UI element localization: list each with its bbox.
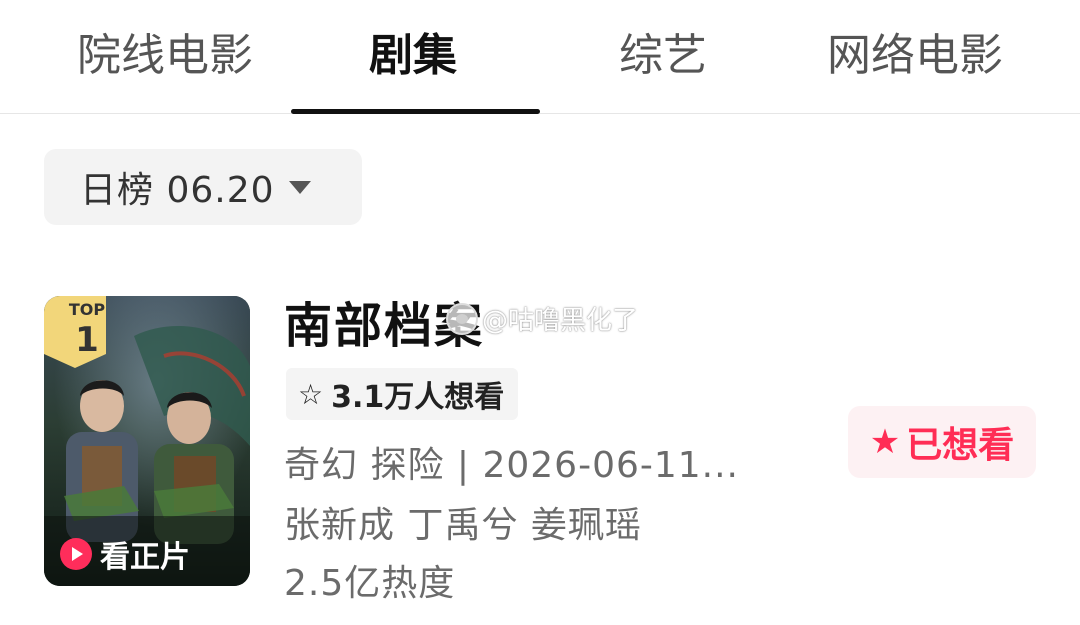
- rank-badge-top-label: TOP: [68, 300, 106, 319]
- watch-full-label: 看正片: [100, 540, 190, 575]
- active-tab-underline: [291, 109, 540, 114]
- weibo-logo-icon: [446, 302, 478, 335]
- tab-web-movies[interactable]: 网络电影: [805, 26, 1025, 86]
- date-selector-label: 日榜 06.20: [80, 170, 275, 211]
- want-count: 3.1万人想看: [331, 380, 505, 415]
- cast-list: 张新成 丁禹兮 姜珮瑶: [284, 505, 642, 546]
- genre-and-date: 奇幻 探险 | 2026-06-11...: [284, 445, 740, 486]
- wanted-button-label: 已想看: [906, 425, 1015, 466]
- watch-full-button[interactable]: 看正片: [60, 532, 190, 576]
- rank-number: 1: [75, 320, 99, 360]
- watermark-text: @咕噜黑化了: [482, 306, 639, 336]
- play-icon: [60, 538, 92, 570]
- tab-theatrical-movies[interactable]: 院线电影: [60, 26, 270, 86]
- caret-down-icon: [288, 180, 311, 194]
- heat-score: 2.5亿热度: [284, 563, 456, 604]
- want-count-badge: ☆ 3.1万人想看: [286, 368, 519, 420]
- weibo-watermark: @咕噜黑化了: [446, 300, 638, 337]
- star-filled-icon: ★: [869, 422, 901, 462]
- tab-series[interactable]: 剧集: [318, 26, 508, 86]
- star-outline-icon: ☆: [298, 377, 324, 411]
- wanted-button[interactable]: ★ 已想看: [848, 406, 1036, 478]
- date-selector-dropdown[interactable]: 日榜 06.20: [44, 149, 362, 225]
- tab-variety-shows[interactable]: 综艺: [568, 26, 758, 86]
- drama-ranking-screen: 院线电影 剧集 综艺 网络电影 日榜 06.20 TOP 1 看正片 南部档案 …: [0, 0, 1080, 625]
- category-tabs: 院线电影 剧集 综艺 网络电影: [0, 0, 1080, 114]
- poster-thumbnail[interactable]: TOP 1 看正片: [44, 296, 250, 586]
